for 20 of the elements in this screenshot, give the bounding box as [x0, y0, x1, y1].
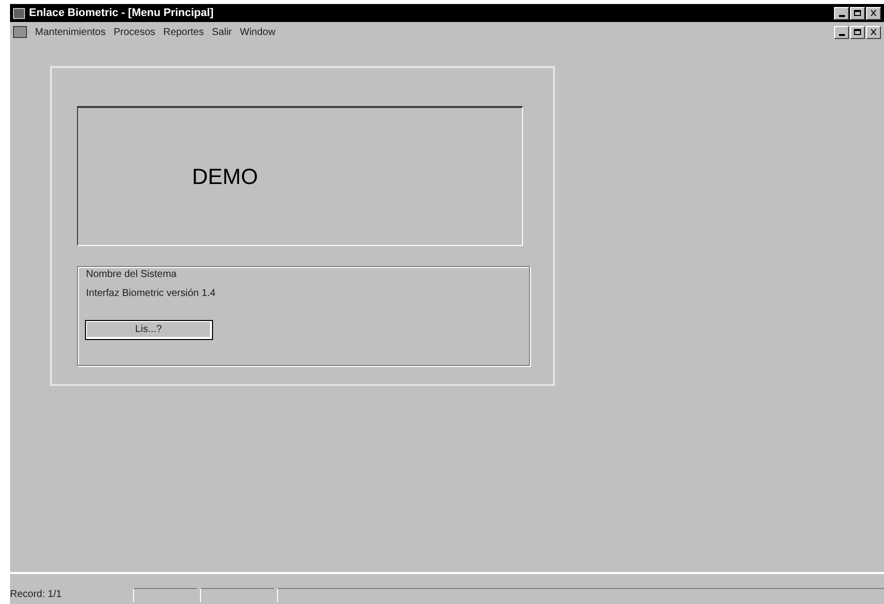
status-panel — [133, 588, 197, 602]
window-title: Enlace Biometric - [Menu Principal] — [29, 6, 215, 21]
close-icon[interactable] — [866, 26, 881, 38]
menu-item[interactable]: Window — [240, 24, 276, 40]
status-record: Record: 1/1 — [10, 588, 63, 602]
app-icon — [13, 8, 25, 18]
close-icon[interactable] — [866, 6, 881, 20]
minimize-icon[interactable] — [834, 6, 849, 20]
menu-item[interactable]: Salir — [212, 24, 232, 40]
restore-icon[interactable] — [850, 6, 865, 20]
menu-item[interactable]: Reportes — [163, 24, 204, 40]
info-text: Interfaz Biometric versión 1.4 — [86, 288, 216, 300]
document-icon[interactable] — [13, 26, 27, 38]
menu-item[interactable]: Mantenimientos — [35, 24, 106, 40]
banner-text: DEMO — [192, 163, 258, 191]
restore-icon[interactable] — [850, 26, 865, 38]
menu-item[interactable]: Procesos — [114, 24, 156, 40]
list-button[interactable]: Lis...? — [86, 321, 212, 339]
minimize-icon[interactable] — [834, 26, 849, 38]
info-text: Nombre del Sistema — [86, 269, 178, 281]
